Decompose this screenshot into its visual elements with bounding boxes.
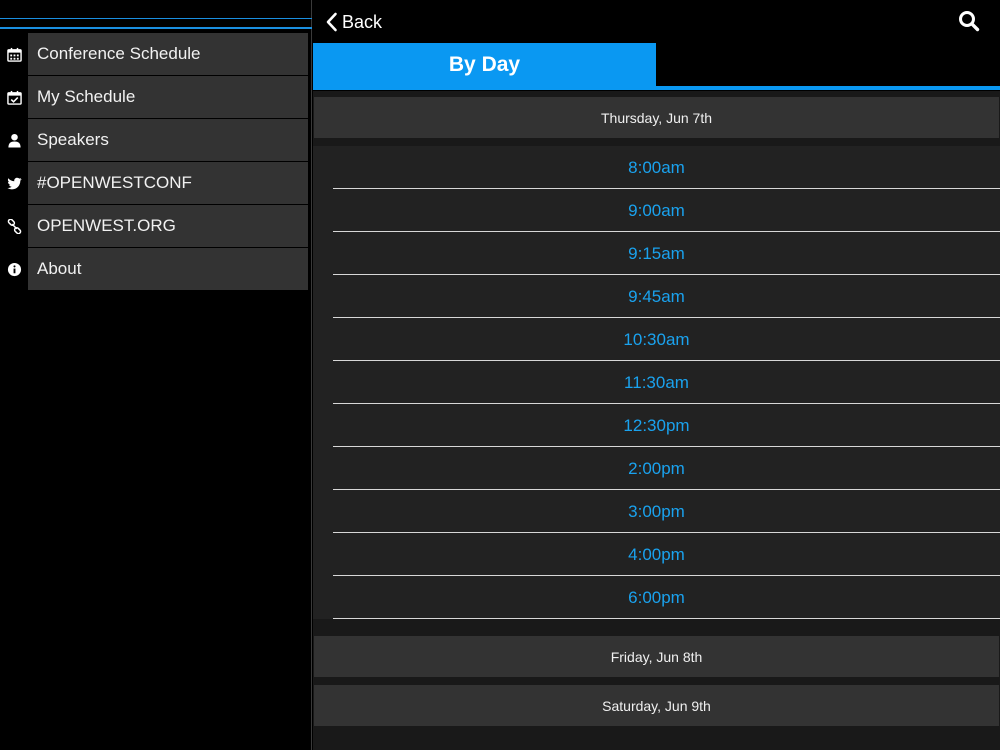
back-label: Back — [342, 11, 383, 32]
sidebar-item-conference-schedule[interactable]: Conference Schedule — [0, 33, 308, 76]
calendar-check-icon — [0, 76, 28, 119]
tab-underline — [313, 86, 1000, 90]
time-slot-row[interactable]: 6:00pm — [313, 576, 1000, 619]
day-header-saturday[interactable]: Saturday, Jun 9th — [314, 685, 999, 726]
user-icon — [0, 119, 28, 162]
time-slot-row[interactable]: 12:30pm — [313, 404, 1000, 447]
time-slot-list: 8:00am 9:00am 9:15am 9:45am 10:30am 11:3… — [313, 146, 1000, 619]
time-slot-label: 9:00am — [628, 200, 685, 220]
sidebar-item-website[interactable]: OPENWEST.ORG — [0, 205, 308, 248]
time-slot-row[interactable]: 9:45am — [313, 275, 1000, 318]
time-slot-label: 2:00pm — [628, 458, 685, 478]
nav-header: Back — [313, 0, 1000, 44]
sidebar: Conference Schedule My Schedule Speakers… — [0, 0, 312, 750]
time-slot-row[interactable]: 4:00pm — [313, 533, 1000, 576]
schedule-list: Thursday, Jun 7th 8:00am 9:00am 9:15am 9… — [313, 91, 1000, 750]
calendar-icon — [0, 33, 28, 76]
sidebar-item-twitter[interactable]: #OPENWESTCONF — [0, 162, 308, 205]
row-divider — [333, 618, 1000, 619]
sidebar-menu: Conference Schedule My Schedule Speakers… — [0, 33, 308, 291]
time-slot-row[interactable]: 8:00am — [313, 146, 1000, 189]
sidebar-item-label: Conference Schedule — [28, 33, 308, 75]
time-slot-row[interactable]: 3:00pm — [313, 490, 1000, 533]
sidebar-item-about[interactable]: About — [0, 248, 308, 291]
sidebar-item-label: Speakers — [28, 119, 308, 161]
time-slot-label: 10:30am — [623, 329, 690, 349]
link-icon — [0, 205, 28, 248]
sidebar-item-speakers[interactable]: Speakers — [0, 119, 308, 162]
sidebar-item-label: My Schedule — [28, 76, 308, 118]
time-slot-label: 12:30pm — [623, 415, 690, 435]
day-header-friday[interactable]: Friday, Jun 8th — [314, 636, 999, 677]
sidebar-item-label: OPENWEST.ORG — [28, 205, 308, 247]
twitter-icon — [0, 162, 28, 205]
sidebar-top-divider — [0, 18, 312, 19]
time-slot-label: 4:00pm — [628, 544, 685, 564]
search-button[interactable] — [958, 10, 980, 32]
back-button[interactable]: Back — [325, 9, 382, 35]
time-slot-label: 9:45am — [628, 286, 685, 306]
chevron-left-icon — [326, 12, 337, 32]
time-slot-row[interactable]: 10:30am — [313, 318, 1000, 361]
search-icon — [959, 11, 980, 32]
sidebar-item-my-schedule[interactable]: My Schedule — [0, 76, 308, 119]
tab-by-day[interactable]: By Day — [313, 43, 656, 86]
time-slot-label: 8:00am — [628, 157, 685, 177]
time-slot-row[interactable]: 2:00pm — [313, 447, 1000, 490]
sidebar-item-label: About — [28, 248, 308, 290]
time-slot-row[interactable]: 9:15am — [313, 232, 1000, 275]
time-slot-label: 3:00pm — [628, 501, 685, 521]
time-slot-label: 11:30am — [624, 372, 689, 392]
time-slot-label: 9:15am — [628, 243, 685, 263]
day-header-thursday[interactable]: Thursday, Jun 7th — [314, 97, 999, 138]
sidebar-top-accent — [0, 27, 312, 29]
time-slot-label: 6:00pm — [628, 587, 685, 607]
info-icon — [0, 248, 28, 291]
time-slot-row[interactable]: 11:30am — [313, 361, 1000, 404]
sidebar-item-label: #OPENWESTCONF — [28, 162, 308, 204]
time-slot-row[interactable]: 9:00am — [313, 189, 1000, 232]
tab-bar: By Day — [313, 43, 1000, 91]
